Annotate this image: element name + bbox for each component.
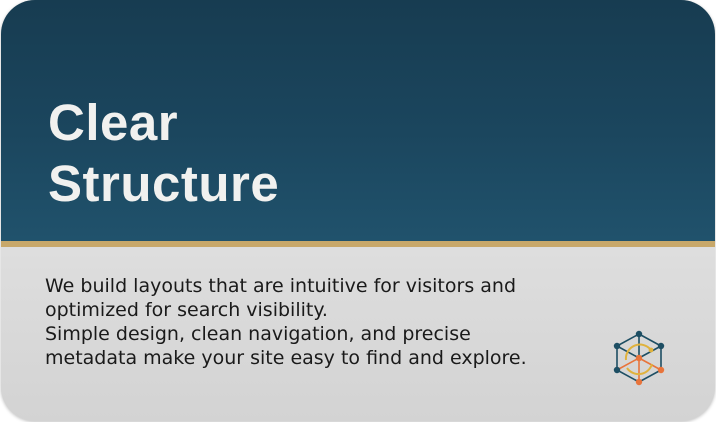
- description-line: We build layouts that are intuitive for …: [45, 275, 517, 297]
- card-description: We build layouts that are intuitive for …: [45, 274, 605, 370]
- card-title: Clear Structure: [48, 92, 279, 214]
- network-cube-icon: [613, 330, 665, 386]
- card-title-line: Structure: [48, 155, 280, 212]
- card-title-line: Clear: [48, 94, 179, 151]
- description-line: Simple design, clean navigation, and pre…: [45, 323, 471, 345]
- description-line: optimized for search visibility.: [45, 299, 328, 321]
- description-line: metadata make your site easy to find and…: [45, 347, 527, 369]
